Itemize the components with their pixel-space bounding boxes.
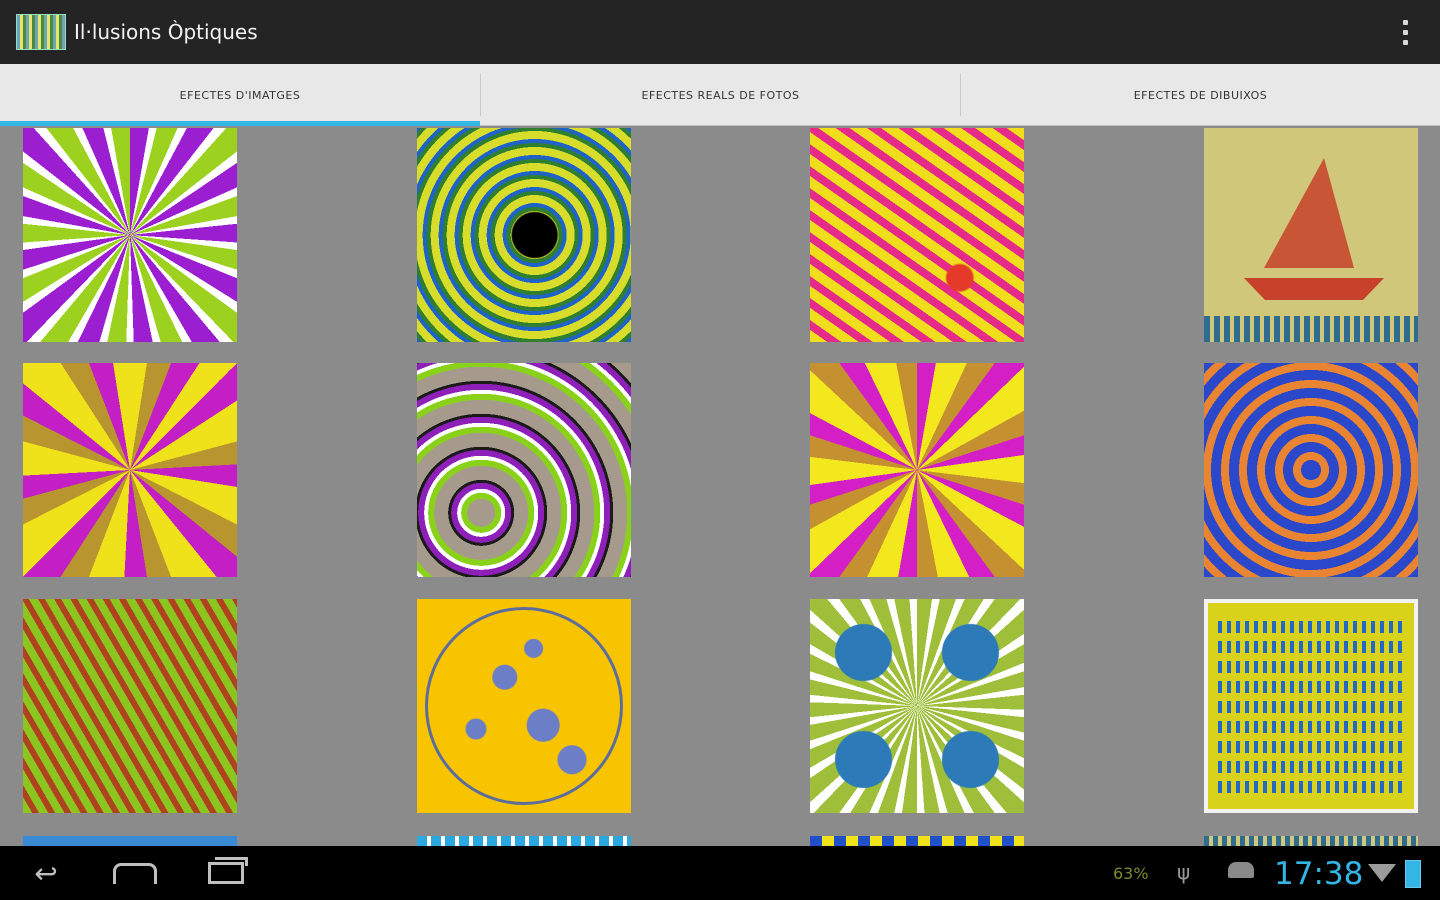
yellow-blue-dots-illusion[interactable] [1204,599,1418,813]
system-nav-bar: ↩ [0,846,1440,900]
home-icon[interactable] [105,856,165,890]
purple-green-star-illusion[interactable] [23,128,237,342]
illusion-app-icon[interactable] [16,14,66,50]
tab-efectes-imatges[interactable]: EFECTES D'IMATGES [0,64,480,126]
gears-circle-illusion[interactable] [417,599,631,813]
partial-tile-3[interactable] [810,836,1024,846]
overflow-menu-icon[interactable] [1390,14,1420,50]
battery-percent: 63% [1113,864,1149,883]
fractal-wave-illusion[interactable] [417,363,631,577]
pink-yellow-wave-illusion[interactable] [810,128,1024,342]
sailboat-hull [1244,278,1384,300]
yellow-purple-starburst-illusion[interactable] [810,363,1024,577]
yellow-purple-sphere-illusion[interactable] [23,363,237,577]
partial-tile-4[interactable] [1204,836,1418,846]
green-red-wave-illusion[interactable] [23,599,237,813]
android-debug-icon [1228,862,1254,878]
tab-efectes-fotos[interactable]: EFECTES REALS DE FOTOS [481,64,960,126]
battery-icon [1405,860,1421,888]
recent-apps-icon[interactable] [196,856,256,890]
sailboat-dots-illusion[interactable] [1204,128,1418,342]
blue-green-rotating-snakes-illusion[interactable] [810,599,1024,813]
partial-tile-2[interactable] [417,836,631,846]
action-bar: Il·lusions Òptiques [0,0,1440,64]
app-title: Il·lusions Òptiques [74,20,258,44]
tab-efectes-dibuixos[interactable]: EFECTES DE DIBUIXOS [961,64,1440,126]
usb-icon: ψ [1177,860,1191,884]
blue-orange-tunnel-illusion[interactable] [1204,363,1418,577]
sailboat-sail [1264,158,1354,268]
dots-pattern [1218,617,1404,793]
clock[interactable]: 17:38 [1274,856,1363,892]
illusion-grid [0,126,1440,846]
partial-tile-1[interactable] [23,836,237,846]
back-icon[interactable]: ↩ [16,856,76,890]
gears-wheel [425,607,623,805]
tab-bar: EFECTES D'IMATGES EFECTES REALS DE FOTOS… [0,64,1440,126]
sailboat-waves [1204,316,1418,342]
green-yellow-vortex-illusion[interactable] [417,128,631,342]
